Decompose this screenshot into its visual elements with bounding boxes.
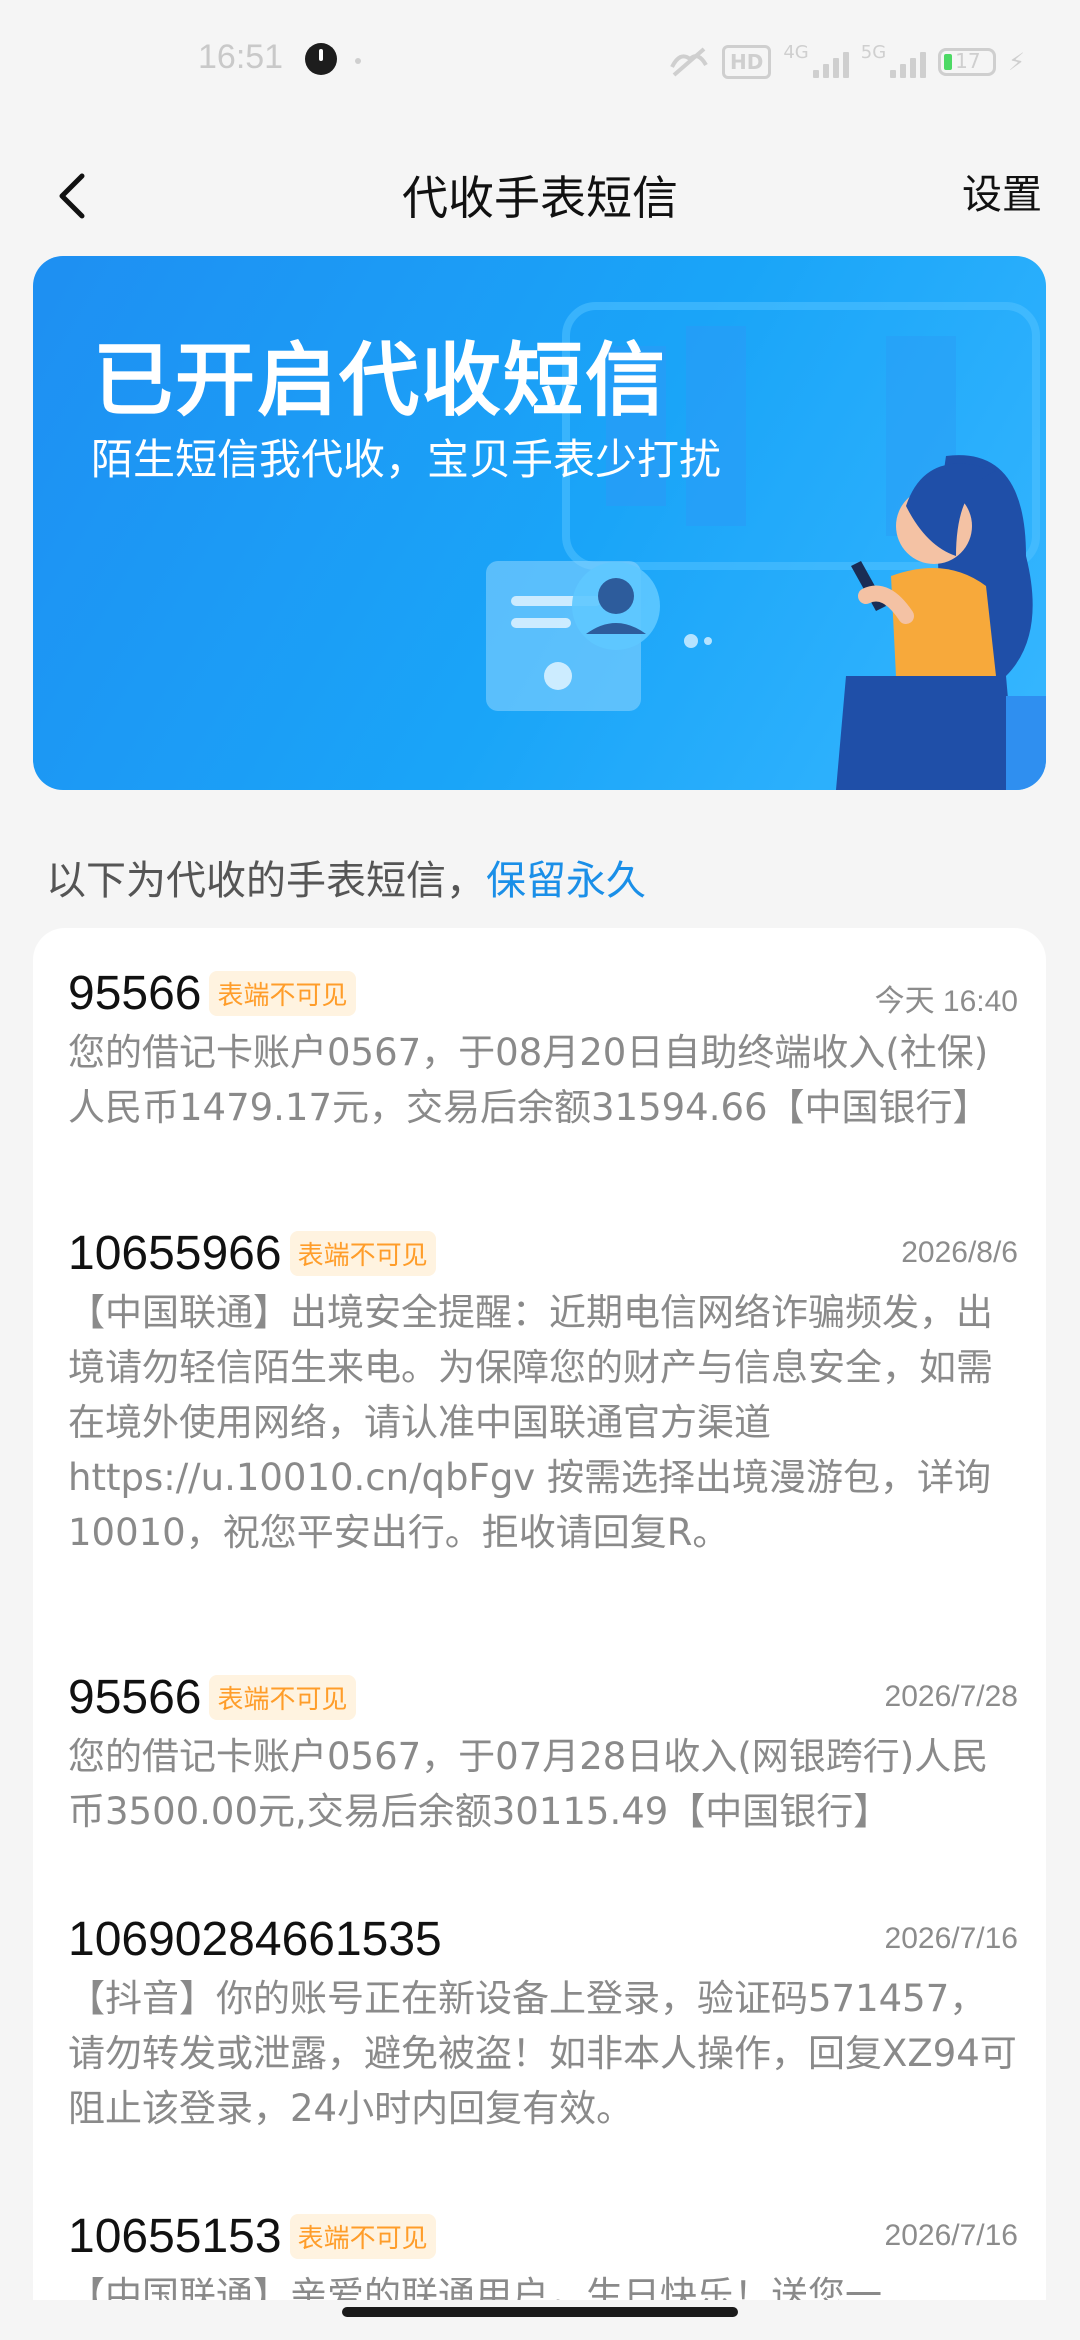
watch-invisible-badge: 表端不可见: [289, 1231, 436, 1276]
message-sender: 95566: [68, 967, 202, 1020]
timer-icon: [305, 43, 337, 75]
status-icons: HD 4G 5G 17 ⚡: [668, 42, 1025, 82]
message-item[interactable]: 95566 表端不可见 今天 16:40 您的借记卡账户0567，于08月20日自…: [68, 966, 1018, 1135]
message-sender: 95566: [68, 1671, 202, 1724]
message-date: 2026/7/28: [884, 1680, 1018, 1713]
message-sender: 10690284661535: [68, 1913, 442, 1966]
feature-banner: 已开启代收短信 陌生短信我代收，宝贝手表少打扰: [33, 256, 1046, 790]
message-item[interactable]: 95566 表端不可见 2026/7/28 您的借记卡账户0567，于07月28日…: [68, 1670, 1018, 1839]
message-body: 您的借记卡账户0567，于07月28日收入(网银跨行)人民币3500.00元,交…: [68, 1735, 989, 1833]
status-time: 16:51: [198, 38, 284, 76]
banner-title: 已开启代收短信: [93, 334, 667, 427]
notification-dot-icon: [355, 58, 361, 64]
message-list: 95566 表端不可见 今天 16:40 您的借记卡账户0567，于08月20日自…: [33, 928, 1046, 2300]
page-title: 代收手表短信: [402, 171, 678, 225]
section-label: 以下为代收的手表短信，保留永久: [46, 848, 646, 906]
battery-level: 17: [955, 49, 981, 73]
status-bar: 16:51 HD 4G 5G 17 ⚡: [0, 0, 1080, 120]
watch-invisible-badge: 表端不可见: [209, 971, 356, 1016]
mute-icon: [670, 47, 708, 77]
message-body: 您的借记卡账户0567，于08月20日自助终端收入(社保)人民币1479.17元…: [68, 1031, 990, 1129]
message-item[interactable]: 10655153 表端不可见 2026/7/16 【中国联通】亲爱的联通用户，生日…: [68, 2209, 1018, 2300]
network-4g-label: 4G: [783, 42, 809, 63]
section-label-prefix: 以下为代收的手表短信，: [46, 858, 486, 904]
message-date: 2026/7/16: [884, 1922, 1018, 1955]
message-body: 【中国联通】亲爱的联通用户，生日快乐！送您一: [68, 2274, 882, 2300]
message-date: 2026/8/6: [901, 1236, 1018, 1269]
message-sender: 10655153: [68, 2210, 282, 2263]
message-date: 今天 16:40: [874, 985, 1018, 1018]
message-date: 2026/7/16: [884, 2219, 1018, 2252]
charging-icon: ⚡: [1008, 48, 1026, 76]
watch-invisible-badge: 表端不可见: [289, 2214, 436, 2259]
signal-icon-2: [890, 46, 927, 78]
home-indicator[interactable]: [342, 2307, 738, 2317]
retention-highlight: 保留永久: [486, 858, 646, 904]
watch-invisible-badge: 表端不可见: [209, 1675, 356, 1720]
network-5g-label: 5G: [860, 42, 887, 63]
hd-badge: HD: [722, 45, 772, 79]
banner-subtitle: 陌生短信我代收，宝贝手表少打扰: [91, 435, 722, 484]
message-item[interactable]: 10690284661535 2026/7/16 【抖音】你的账号正在新设备上登…: [68, 1912, 1018, 2136]
signal-icon: [812, 46, 849, 78]
message-item[interactable]: 10655966 表端不可见 2026/8/6 【中国联通】出境安全提醒：近期电信…: [68, 1226, 1018, 1560]
settings-button[interactable]: 设置: [962, 162, 1042, 220]
battery-icon: 17: [938, 48, 997, 76]
message-body: 【抖音】你的账号正在新设备上登录，验证码571457，请勿转发或泄露，避免被盗！…: [68, 1977, 1017, 2130]
message-body: 【中国联通】出境安全提醒：近期电信网络诈骗频发，出境请勿轻信陌生来电。为保障您的…: [68, 1291, 993, 1554]
message-sender: 10655966: [68, 1227, 282, 1280]
